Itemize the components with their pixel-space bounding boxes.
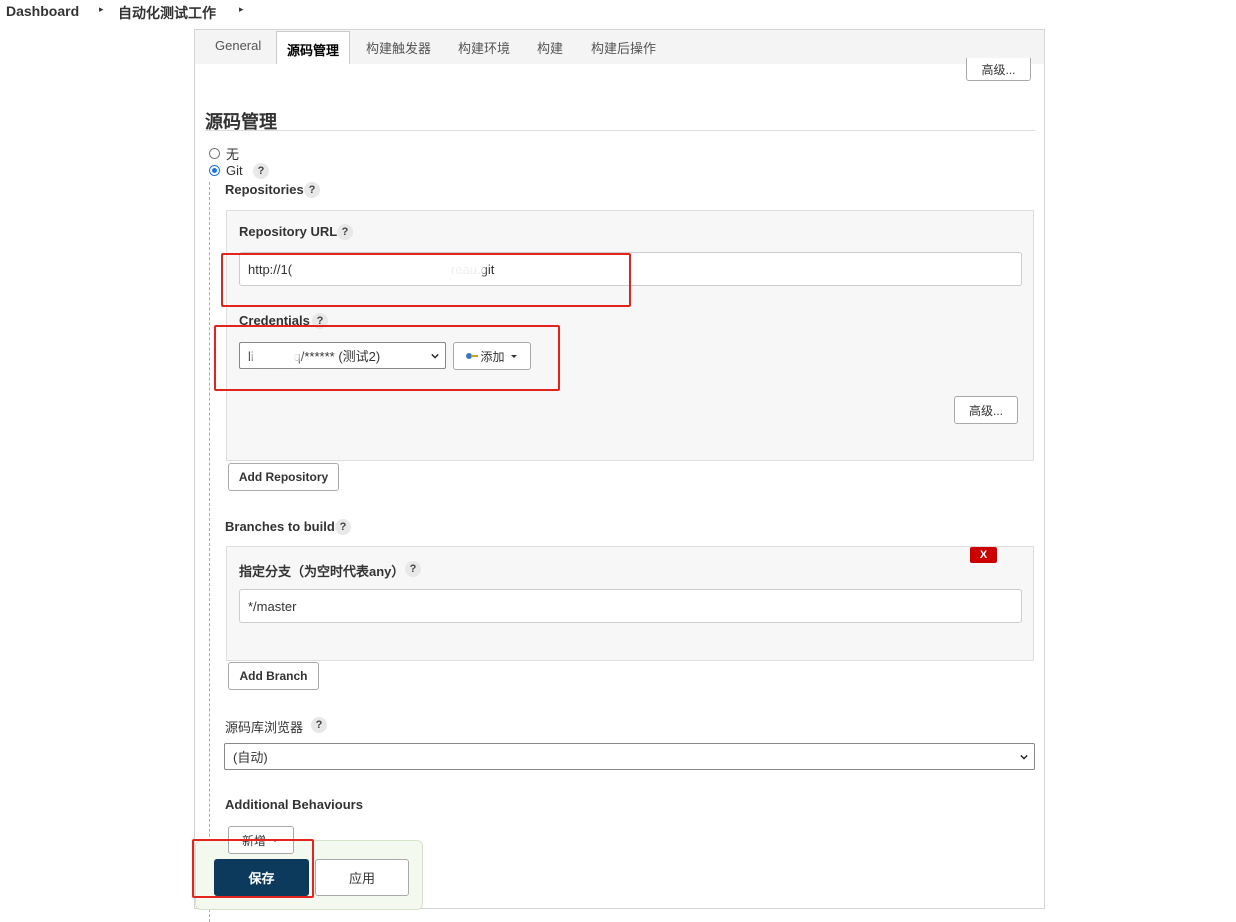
section-divider [205,130,1035,131]
add-behaviour-label: 新增 [241,833,266,848]
scm-option-none[interactable]: 无 [209,144,239,163]
chevron-down-icon [1020,754,1028,760]
scm-option-git[interactable]: Git [209,163,243,178]
repository-entry: Repository URL ? http://1( reau.git Cred… [226,210,1034,461]
repo-browser-value: (自动) [233,750,268,765]
repo-browser-label: 源码库浏览器 [225,720,304,735]
tab-build[interactable]: 构建 [537,38,563,57]
radio-git[interactable] [209,165,220,176]
git-options-guide [209,182,210,922]
branch-spec-value: */master [248,598,297,614]
tab-scm[interactable]: 源码管理 [276,31,351,64]
redaction-blur [305,260,485,278]
save-button[interactable]: 保存 [214,859,309,896]
add-branch-button[interactable]: Add Branch [228,662,319,690]
scm-option-none-label: 无 [226,147,240,162]
branch-spec-input[interactable]: */master [239,589,1022,623]
top-advanced-button[interactable]: 高级... [966,58,1031,81]
branches-help-icon[interactable]: ? [335,519,351,535]
repository-url-help-icon[interactable]: ? [337,224,353,240]
branches-label: Branches to build [225,519,335,534]
caret-down-icon [272,839,278,842]
additional-behaviours-label: Additional Behaviours [225,797,363,812]
radio-none[interactable] [209,148,220,159]
branch-spec-label: 指定分支（为空时代表any） [239,564,405,579]
branch-spec-help-icon[interactable]: ? [405,561,421,577]
add-repository-button[interactable]: Add Repository [228,463,339,491]
tab-build-environment[interactable]: 构建环境 [458,38,510,57]
credentials-help-icon[interactable]: ? [312,313,328,329]
repository-url-label: Repository URL [239,224,338,239]
branch-entry: X 指定分支（为空时代表any） ? */master [226,546,1034,661]
tab-build-triggers[interactable]: 构建触发器 [366,38,431,57]
credentials-label: Credentials [239,313,310,328]
redaction-blur [251,348,301,364]
git-help-icon[interactable]: ? [253,163,269,179]
key-icon [466,353,479,359]
repositories-label: Repositories [225,182,304,197]
add-credential-button[interactable]: 添加 [453,342,531,370]
breadcrumb-separator-icon: ▸ [99,4,104,14]
tab-post-build-actions[interactable]: 构建后操作 [591,38,656,57]
breadcrumb-separator-icon[interactable]: ▸ [239,4,244,15]
add-credential-label: 添加 [480,349,505,364]
chevron-down-icon [431,353,439,359]
scm-option-git-label: Git [226,163,243,178]
breadcrumb: Dashboard ▸ 自动化测试工作 ▸ [0,0,400,22]
repository-advanced-button[interactable]: 高级... [954,396,1018,424]
config-panel: General 源码管理 构建触发器 构建环境 构建 构建后操作 高级... 源… [194,29,1045,922]
caret-down-icon [510,355,517,358]
repo-browser-help-icon[interactable]: ? [311,717,327,733]
config-tabbar: General 源码管理 构建触发器 构建环境 构建 构建后操作 [195,30,1044,64]
repositories-help-icon[interactable]: ? [304,182,320,198]
apply-button[interactable]: 应用 [315,859,409,896]
breadcrumb-dashboard[interactable]: Dashboard [6,3,79,19]
delete-branch-button[interactable]: X [970,547,997,563]
add-behaviour-button[interactable]: 新增 [228,826,294,854]
tab-general[interactable]: General [215,38,261,53]
breadcrumb-job[interactable]: 自动化测试工作 [118,3,216,23]
repo-browser-select[interactable]: (自动) [224,743,1035,770]
